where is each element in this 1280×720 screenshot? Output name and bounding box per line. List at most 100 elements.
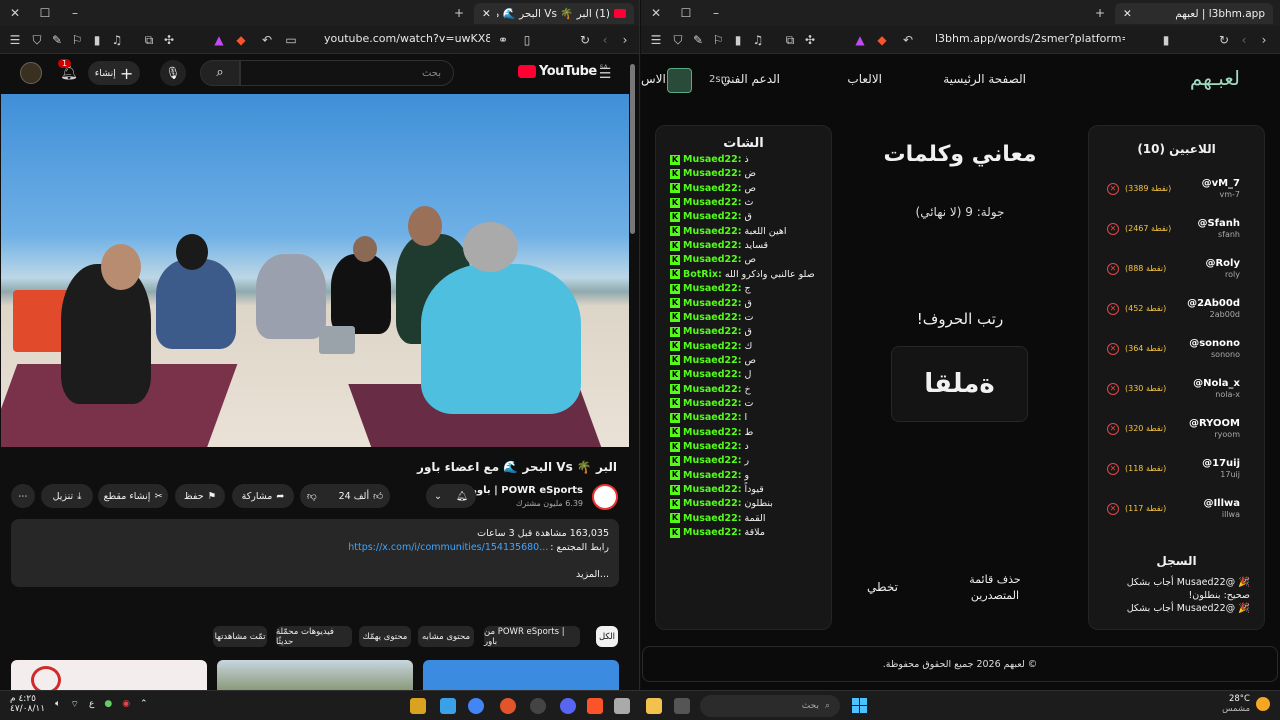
aria-icon[interactable]: ▲ [210,31,228,49]
search-button[interactable]: ⌕ [200,60,240,86]
network-icon[interactable]: ⌔ [70,699,78,710]
nav-other[interactable]: الاس [641,72,666,86]
brave-shield-icon[interactable]: ◆ [232,31,250,49]
filter-chip[interactable]: من POWR eSports | باور [484,626,580,647]
subscribe-button[interactable]: ⌄ 🔔︎ [426,484,476,508]
like-count[interactable]: 24 ألف [339,491,369,502]
minimize-icon[interactable]: – [66,4,84,22]
chrome-icon[interactable] [468,698,484,714]
music-icon[interactable]: ♫ [749,31,767,49]
brave-shield-icon[interactable]: ◆ [873,31,891,49]
search-input[interactable]: بحث [240,60,454,86]
mic-icon[interactable]: ● [104,699,112,709]
volume-icon[interactable]: 🔈︎ [55,699,60,709]
site-logo[interactable]: لعبـهم [1190,66,1240,90]
remove-player-icon[interactable]: ✕ [1107,303,1119,315]
remove-player-icon[interactable]: ✕ [1107,383,1119,395]
nav-games[interactable]: الالعاب [847,72,882,86]
new-tab-icon[interactable]: + [1091,4,1109,22]
chevron-up-icon[interactable]: ⌃ [140,699,148,709]
new-tab-icon[interactable]: + [450,4,468,22]
filter-chip[interactable]: محتوى يهمّك [359,626,411,647]
sidebar-icon[interactable]: ▮ [88,31,106,49]
start-button[interactable] [852,698,867,713]
bookmark-icon[interactable]: ⚐ [68,31,86,49]
menu-icon[interactable]: ☰ [647,31,665,49]
extensions-icon[interactable]: ✎ [48,31,66,49]
thumbnail-2[interactable] [217,660,413,690]
minimize-icon[interactable]: – [707,4,725,22]
tab-youtube[interactable]: ✕ (1) البر 🌴 Vs البحر 🌊 مع اعضا [474,3,634,24]
shield-icon[interactable]: ⛉ [669,31,687,49]
remove-player-icon[interactable]: ✕ [1107,343,1119,355]
clock-time[interactable]: ٤:٢٥ م [10,694,45,704]
remove-player-icon[interactable]: ✕ [1107,183,1119,195]
scrollbar[interactable] [630,64,635,234]
like-icon[interactable]: 👍︎ [373,490,383,502]
aria-icon[interactable]: ▲ [851,31,869,49]
hamburger-menu-icon[interactable]: ☰ [596,65,614,83]
download-button[interactable]: تنزيل ⤓ [41,484,93,508]
tray-app-icon[interactable]: ◉ [122,699,130,709]
filter-chip[interactable]: الكل [596,626,618,647]
avatar[interactable] [20,62,42,84]
maximize-icon[interactable]: ☐ [36,4,54,22]
extensions-icon[interactable]: ✎ [689,31,707,49]
close-tab-icon[interactable]: ✕ [1123,8,1132,20]
bookmark-page-icon[interactable]: ▮ [1157,31,1175,49]
puzzle-icon[interactable]: ✣ [160,31,178,49]
screenshot-icon[interactable]: ⧉ [140,31,158,49]
bookmark-icon[interactable]: ⚐ [709,31,727,49]
user-avatar[interactable] [667,68,692,93]
screenshot-icon[interactable]: ⧉ [781,31,799,49]
create-button[interactable]: إنشاء + [88,61,140,85]
youtube-logo[interactable]: YouTube SA [518,64,608,79]
back-icon[interactable]: ‹ [596,31,614,49]
link-icon[interactable]: ⚭ [494,31,512,49]
sidebar-icon[interactable]: ▮ [729,31,747,49]
share-button[interactable]: مشاركة ➦ [232,484,294,508]
back-icon[interactable]: ‹ [1235,31,1253,49]
input-language[interactable]: ع [89,699,94,709]
share-page-icon[interactable]: ↶ [258,31,276,49]
file-explorer-icon[interactable] [646,698,662,714]
voice-search-button[interactable]: 🎙︎ [160,60,186,86]
cast-icon[interactable]: ▭ [282,31,300,49]
discord-icon[interactable] [560,698,576,714]
shield-icon[interactable]: ⛉ [28,31,46,49]
taskbar-search[interactable]: بحث ⌕ [700,695,840,717]
weather-widget[interactable]: 28°C مشمس [1222,694,1270,714]
thumbnail-3[interactable] [423,660,619,690]
filter-chip[interactable]: فيديوهات محمّلة حديثًا [276,626,352,647]
community-link[interactable]: https://x.com/i/communities/154135680... [348,542,548,553]
obs-icon[interactable] [530,698,546,714]
more-actions-button[interactable]: ⋯ [11,484,35,508]
address-bar[interactable]: youtube.com/watch?v=uwKX81WsQng [324,32,490,45]
app-f-icon[interactable] [440,698,456,714]
app-icon[interactable] [500,698,516,714]
nav-home[interactable]: الصفحة الرئيسية [943,72,1026,86]
close-tab-icon[interactable]: ✕ [482,8,491,20]
remove-player-icon[interactable]: ✕ [1107,263,1119,275]
music-icon[interactable]: ♫ [108,31,126,49]
skip-button[interactable]: تخطي [867,580,898,594]
puzzle-icon[interactable]: ✣ [801,31,819,49]
remove-player-icon[interactable]: ✕ [1107,463,1119,475]
forward-icon[interactable]: › [1255,31,1273,49]
maximize-icon[interactable]: ☐ [677,4,695,22]
remove-player-icon[interactable]: ✕ [1107,503,1119,515]
clear-leaderboard-button[interactable]: حذف قائمة المتصدرين [959,572,1031,604]
app-r-icon[interactable] [410,698,426,714]
task-view-icon[interactable] [674,698,690,714]
remove-player-icon[interactable]: ✕ [1107,423,1119,435]
remove-player-icon[interactable]: ✕ [1107,223,1119,235]
channel-name[interactable]: POWR eSports | باور [471,485,583,496]
brave-icon[interactable] [587,698,603,714]
video-player[interactable] [1,94,629,447]
description-box[interactable]: 163,035 مشاهدة قبل 3 ساعات رابط المجتمع … [11,519,619,587]
address-bar[interactable]: l3bhm.app/words/2smer?platform=kick [935,32,1125,45]
forward-icon[interactable]: › [616,31,634,49]
channel-avatar[interactable] [592,484,618,510]
clip-button[interactable]: إنشاء مقطع ✂ [98,484,168,508]
tab-l3bhm[interactable]: ✕ لعبهم | l3bhm.app [1115,3,1273,24]
